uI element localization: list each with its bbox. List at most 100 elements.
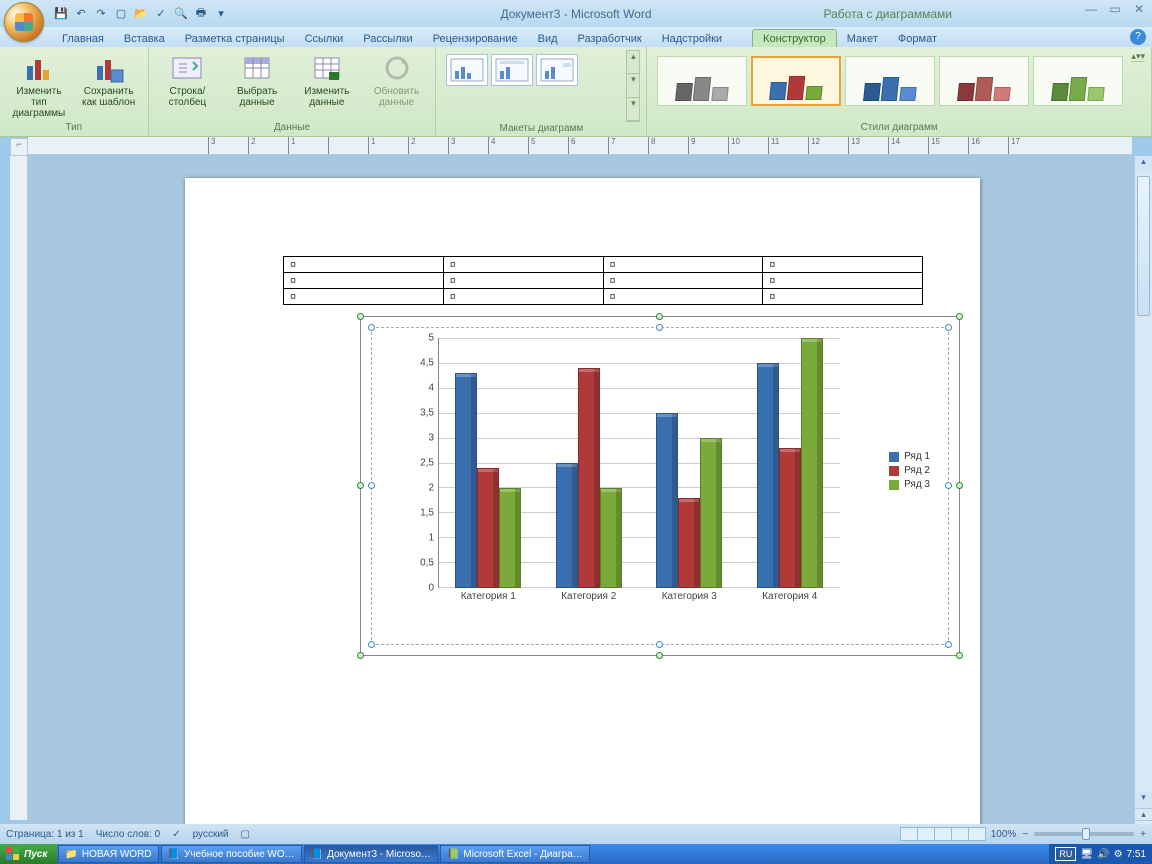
chart-style-1[interactable] [657, 56, 747, 106]
ribbon-tabs: Главная Вставка Разметка страницы Ссылки… [0, 27, 1152, 47]
taskbar-item-excel[interactable]: 📗 Microsoft Excel - Диагра… [440, 845, 590, 863]
view-full-screen[interactable] [917, 827, 935, 841]
refresh-data-button[interactable]: Обновить данные [364, 50, 430, 110]
qat-dropdown-icon[interactable]: ▾ [212, 5, 230, 23]
chart-plot-area[interactable]: 00,511,522,533,544,55 Категория 1Категор… [371, 327, 949, 645]
status-language[interactable]: русский [193, 829, 229, 840]
undo-icon[interactable]: ↶ [72, 5, 90, 23]
view-outline[interactable] [951, 827, 969, 841]
tab-home[interactable]: Главная [52, 30, 114, 47]
tray-icon[interactable]: ⚙ [1114, 849, 1123, 860]
taskbar: Пуск 📁 НОВАЯ WORD 📘 Учебное пособие WO… … [0, 844, 1152, 864]
edit-data-button[interactable]: Изменить данные [294, 50, 360, 110]
tab-addins[interactable]: Надстройки [652, 30, 732, 47]
switch-icon [171, 52, 203, 84]
bar-chart-icon [23, 52, 55, 84]
save-template-icon [93, 52, 125, 84]
tab-review[interactable]: Рецензирование [423, 30, 528, 47]
chart-layout-3[interactable] [536, 54, 578, 86]
vertical-scrollbar[interactable]: ▴ ▾ ▴○▾ [1134, 156, 1152, 840]
tab-chart-design[interactable]: Конструктор [752, 29, 837, 47]
chart-styles-scroll[interactable]: ▴▾▾ [1131, 50, 1145, 62]
macro-record-icon[interactable]: ▢ [241, 829, 250, 840]
ribbon-group-type: Изменить тип диаграммы Сохранить как шаб… [0, 47, 149, 136]
tab-chart-format[interactable]: Формат [888, 30, 947, 47]
tab-chart-layout[interactable]: Макет [837, 30, 888, 47]
chart-style-2[interactable] [751, 56, 841, 106]
chart-layout-2[interactable] [491, 54, 533, 86]
document-table[interactable]: ¤¤¤¤ ¤¤¤¤ ¤¤¤¤ [283, 256, 923, 305]
spellcheck-status-icon[interactable]: ✓ [172, 829, 180, 840]
chart-layouts-gallery[interactable] [442, 50, 622, 90]
view-print-layout[interactable] [900, 827, 918, 841]
tab-mailings[interactable]: Рассылки [353, 30, 422, 47]
switch-row-col-button[interactable]: Строка/столбец [155, 50, 221, 110]
quick-access-toolbar: 💾 ↶ ↷ ▢ 📂 ✓ 🔍 🖶 ▾ [52, 0, 230, 27]
scroll-up-icon[interactable]: ▴ [1135, 156, 1152, 172]
office-button[interactable] [4, 2, 44, 42]
tab-insert[interactable]: Вставка [114, 30, 175, 47]
tab-developer[interactable]: Разработчик [568, 30, 652, 47]
view-draft[interactable] [968, 827, 986, 841]
close-button[interactable]: ✕ [1130, 2, 1148, 16]
zoom-in-icon[interactable]: + [1140, 829, 1146, 840]
taskbar-item-word-1[interactable]: 📘 Учебное пособие WO… [161, 845, 302, 863]
status-bar: Страница: 1 из 1 Число слов: 0 ✓ русский… [0, 824, 1152, 844]
save-icon[interactable]: 💾 [52, 5, 70, 23]
status-word-count[interactable]: Число слов: 0 [96, 829, 160, 840]
prev-page-icon[interactable]: ▴ [1135, 808, 1152, 820]
ribbon-group-data: Строка/столбец Выбрать данные Изменить д… [149, 47, 437, 136]
vertical-ruler[interactable] [10, 156, 28, 820]
horizontal-ruler[interactable]: 3211234567891011121314151617 [28, 137, 1132, 155]
zoom-slider[interactable] [1034, 832, 1134, 836]
new-icon[interactable]: ▢ [112, 5, 130, 23]
chart-styles-gallery[interactable] [653, 50, 1127, 112]
tray-icon[interactable]: 🔊 [1097, 849, 1109, 860]
select-data-button[interactable]: Выбрать данные [224, 50, 290, 110]
tray-lang[interactable]: RU [1055, 847, 1076, 861]
help-icon[interactable]: ? [1130, 29, 1146, 45]
taskbar-item-word-2[interactable]: 📘 Документ3 - Microso… [304, 845, 438, 863]
print-preview-icon[interactable]: 🔍 [172, 5, 190, 23]
scroll-thumb[interactable] [1137, 176, 1150, 316]
ribbon: Изменить тип диаграммы Сохранить как шаб… [0, 47, 1152, 137]
zoom-out-icon[interactable]: − [1022, 829, 1028, 840]
taskbar-item-folder[interactable]: 📁 НОВАЯ WORD [58, 845, 158, 863]
tab-page-layout[interactable]: Разметка страницы [175, 30, 295, 47]
chart-layouts-scroll[interactable]: ▴▾▾ [626, 50, 640, 122]
maximize-button[interactable]: ▭ [1106, 2, 1124, 16]
spellcheck-icon[interactable]: ✓ [152, 5, 170, 23]
windows-logo-icon [6, 847, 20, 861]
print-icon[interactable]: 🖶 [192, 5, 210, 23]
chart-style-3[interactable] [845, 56, 935, 106]
chart-y-axis: 00,511,522,533,544,55 [410, 338, 438, 588]
chart-legend[interactable]: Ряд 1Ряд 2Ряд 3 [889, 448, 930, 493]
minimize-button[interactable]: — [1082, 2, 1100, 16]
redo-icon[interactable]: ↷ [92, 5, 110, 23]
status-page[interactable]: Страница: 1 из 1 [6, 829, 84, 840]
save-as-template-button[interactable]: Сохранить как шаблон [76, 50, 142, 110]
select-data-icon [241, 52, 273, 84]
ribbon-group-chart-styles: ▴▾▾ Стили диаграмм [647, 47, 1152, 136]
tray-clock[interactable]: 7:51 [1127, 849, 1146, 860]
change-chart-type-button[interactable]: Изменить тип диаграммы [6, 50, 72, 121]
zoom-level[interactable]: 100% [991, 829, 1017, 840]
tab-references[interactable]: Ссылки [295, 30, 354, 47]
system-tray[interactable]: RU 🖥 🔊 ⚙ 7:51 [1049, 844, 1152, 864]
chart-layout-1[interactable] [446, 54, 488, 86]
chart-object[interactable]: 00,511,522,533,544,55 Категория 1Категор… [360, 316, 960, 656]
view-web-layout[interactable] [934, 827, 952, 841]
chart-style-5[interactable] [1033, 56, 1123, 106]
window-title: Документ3 - Microsoft Word [500, 7, 651, 21]
start-button[interactable]: Пуск [0, 844, 57, 864]
chart-style-4[interactable] [939, 56, 1029, 106]
context-title: Работа с диаграммами [824, 7, 953, 21]
tray-icon[interactable]: 🖥 [1080, 849, 1093, 860]
title-bar: 💾 ↶ ↷ ▢ 📂 ✓ 🔍 🖶 ▾ Документ3 - Microsoft … [0, 0, 1152, 27]
open-icon[interactable]: 📂 [132, 5, 150, 23]
tab-view[interactable]: Вид [528, 30, 568, 47]
document-page[interactable]: ¤¤¤¤ ¤¤¤¤ ¤¤¤¤ 00,511,522,533,544,55 Кат… [185, 178, 980, 840]
ruler-corner[interactable]: ⌐ [10, 138, 28, 156]
view-buttons [900, 827, 985, 841]
scroll-down-icon[interactable]: ▾ [1135, 792, 1152, 808]
